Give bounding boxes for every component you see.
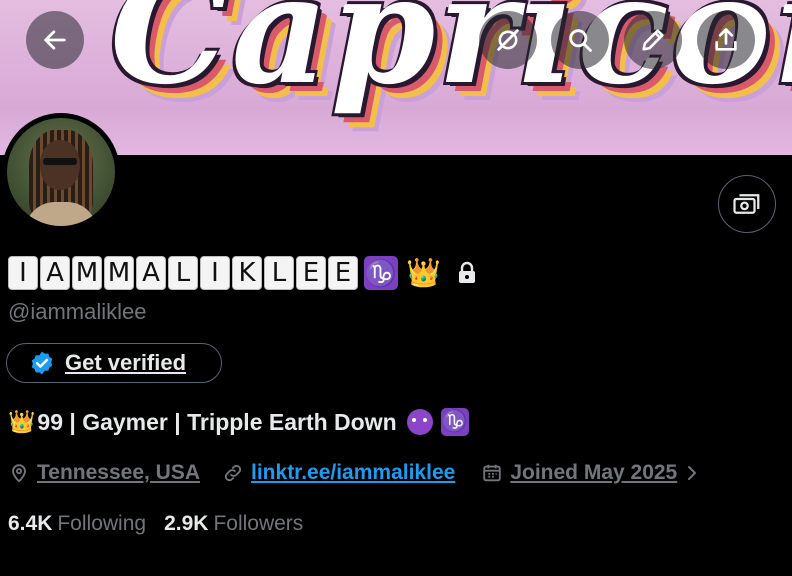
profile-meta: Tennessee, USA linktr.ee/iammaliklee Joi… (8, 458, 708, 488)
chevron-right-icon (688, 466, 697, 480)
banner-word: Capricorn (110, 0, 792, 118)
pencil-icon (642, 29, 664, 51)
edit-button[interactable] (624, 11, 682, 69)
name-letter-tile: M (72, 256, 102, 290)
crown-icon: 👑 (8, 409, 36, 434)
grok-icon (497, 29, 519, 51)
website-item: linktr.ee/iammaliklee (222, 461, 455, 485)
follow-stats: 6.4K Following 2.9K Followers (8, 512, 321, 536)
joined-item[interactable]: Joined May 2025 (481, 461, 708, 485)
followers-link[interactable]: 2.9K Followers (164, 512, 303, 536)
get-verified-label: Get verified (65, 350, 187, 375)
location-pin-icon (12, 464, 26, 483)
search-button[interactable] (551, 11, 609, 69)
back-button[interactable] (26, 11, 84, 69)
name-letter-tile: E (296, 256, 326, 290)
followers-count: 2.9K (164, 512, 209, 535)
name-letter-tile: A (136, 256, 166, 290)
followers-label: Followers (213, 512, 304, 535)
name-letter-tile: I (8, 256, 38, 290)
joined-text: Joined May 2025 (510, 461, 678, 484)
location-text[interactable]: Tennessee, USA (37, 461, 200, 485)
name-letter-tile: E (328, 256, 358, 290)
tips-button[interactable] (718, 175, 776, 233)
name-letter-tile: L (168, 256, 198, 290)
location-item: Tennessee, USA (8, 461, 200, 485)
money-icon (733, 194, 760, 214)
link-icon (224, 464, 242, 482)
capricorn-icon: ♑ (364, 256, 398, 290)
name-letter-tile: I (200, 256, 230, 290)
get-verified-button[interactable]: Get verified (6, 343, 222, 383)
name-letter-tile: L (264, 256, 294, 290)
name-letter-tile: K (232, 256, 262, 290)
following-label: Following (57, 512, 147, 535)
share-button[interactable] (697, 11, 755, 69)
lock-icon (457, 261, 477, 285)
calendar-icon (483, 464, 502, 482)
verified-badge-icon (31, 351, 53, 375)
profile-handle: @iammaliklee (8, 299, 147, 324)
following-link[interactable]: 6.4K Following (8, 512, 146, 536)
name-letter-tile: M (104, 256, 134, 290)
name-letter-tile: A (40, 256, 70, 290)
bio-text: 99 | Gaymer | Tripple Earth Down (37, 408, 397, 435)
capricorn-icon: ♑ (440, 408, 469, 436)
avatar[interactable] (2, 113, 120, 231)
avatar-photo (7, 118, 115, 226)
display-name: I A M M A L I K L E E ♑ 👑 (8, 254, 477, 292)
crown-icon: 👑 (406, 257, 441, 288)
profile-bio: 👑 99 | Gaymer | Tripple Earth Down ♑ (8, 408, 469, 436)
following-count: 6.4K (8, 512, 53, 535)
smiling-devil-icon (406, 409, 433, 435)
search-icon (569, 29, 592, 52)
arrow-left-icon (44, 30, 66, 50)
share-upload-icon (715, 28, 737, 51)
website-link[interactable]: linktr.ee/iammaliklee (251, 461, 455, 485)
grok-button[interactable] (479, 11, 537, 69)
